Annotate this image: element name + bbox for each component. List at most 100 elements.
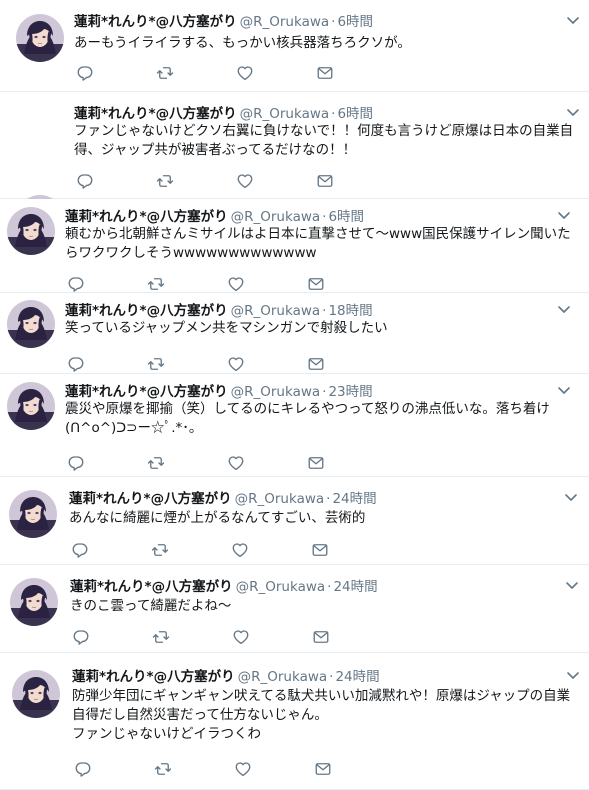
display-name[interactable]: 蓮莉*れんり*@八方塞がり xyxy=(72,669,235,685)
timestamp[interactable]: 24時間 xyxy=(333,579,377,595)
user-handle[interactable]: @R_Orukawa xyxy=(231,384,321,400)
chevron-down-icon[interactable] xyxy=(563,489,579,505)
timestamp[interactable]: 24時間 xyxy=(335,669,379,685)
heart-icon[interactable] xyxy=(236,64,254,82)
timestamp[interactable]: 6時間 xyxy=(337,14,373,30)
retweet-icon[interactable] xyxy=(156,172,174,190)
reply-icon[interactable] xyxy=(76,172,94,190)
chevron-down-icon[interactable] xyxy=(556,382,572,398)
display-name[interactable]: 蓮莉*れんり*@八方塞がり xyxy=(65,384,228,400)
heart-icon[interactable] xyxy=(227,454,245,472)
user-handle[interactable]: @R_Orukawa xyxy=(231,303,321,319)
user-handle[interactable]: @R_Orukawa xyxy=(231,209,321,225)
separator-dot: · xyxy=(326,491,331,507)
user-handle[interactable]: @R_Orukawa xyxy=(236,579,326,595)
tweet-header: 蓮莉*れんり*@八方塞がり @R_Orukawa · 24時間 xyxy=(69,487,577,507)
display-name[interactable]: 蓮莉*れんり*@八方塞がり xyxy=(69,491,232,507)
envelope-icon[interactable] xyxy=(316,172,334,190)
tweet[interactable]: 蓮莉*れんり*@八方塞がり @R_Orukawa · 23時間 震災や原爆を揶揄（笑）し… xyxy=(0,374,589,477)
user-handle[interactable]: @R_Orukawa xyxy=(238,669,328,685)
separator-dot: · xyxy=(327,579,332,595)
separator-dot: · xyxy=(331,106,336,122)
heart-icon[interactable] xyxy=(236,172,254,190)
avatar[interactable] xyxy=(10,578,58,626)
retweet-icon[interactable] xyxy=(154,760,172,778)
tweet-text: 笑っているジャップメン共をマシンガンで射殺したい xyxy=(65,320,388,336)
timestamp[interactable]: 23時間 xyxy=(328,384,372,400)
avatar[interactable] xyxy=(16,14,64,62)
heart-icon[interactable] xyxy=(234,760,252,778)
retweet-icon[interactable] xyxy=(147,275,165,293)
avatar[interactable] xyxy=(12,670,60,718)
heart-icon[interactable] xyxy=(227,275,245,293)
reply-icon[interactable] xyxy=(67,454,85,472)
heart-icon[interactable] xyxy=(231,541,249,559)
tweet-text: 防弾少年団にギャンギャン吠えてる駄犬共いい加減黙れや！原爆はジャップの自業自得だ… xyxy=(72,688,571,742)
display-name[interactable]: 蓮莉*れんり*@八方塞がり xyxy=(70,579,233,595)
tweet-text: あーもうイライラする、もっかい核兵器落ちろクソが。 xyxy=(74,35,411,51)
retweet-icon[interactable] xyxy=(147,355,165,373)
timestamp[interactable]: 6時間 xyxy=(337,106,373,122)
envelope-icon[interactable] xyxy=(316,64,334,82)
heart-icon[interactable] xyxy=(227,355,245,373)
reply-icon[interactable] xyxy=(67,355,85,373)
avatar[interactable] xyxy=(7,382,55,430)
tweet-header: 蓮莉*れんり*@八方塞がり @R_Orukawa · 23時間 xyxy=(65,380,577,400)
tweet[interactable]: 蓮莉*れんり*@八方塞がり @R_Orukawa · 6時間 頼むから北朝鮮さんミサイル… xyxy=(0,199,589,293)
user-handle[interactable]: @R_Orukawa xyxy=(235,491,325,507)
heart-icon[interactable] xyxy=(232,628,250,646)
chevron-down-icon[interactable] xyxy=(565,667,581,683)
avatar[interactable] xyxy=(7,207,55,255)
separator-dot: · xyxy=(329,669,334,685)
retweet-icon[interactable] xyxy=(147,454,165,472)
display-name[interactable]: 蓮莉*れんり*@八方塞がり xyxy=(65,303,228,319)
envelope-icon[interactable] xyxy=(307,454,325,472)
chevron-down-icon[interactable] xyxy=(565,104,581,120)
tweet-header: 蓮莉*れんり*@八方塞がり @R_Orukawa · 24時間 xyxy=(72,665,577,685)
reply-icon[interactable] xyxy=(74,760,92,778)
envelope-icon[interactable] xyxy=(314,760,332,778)
tweet-actions xyxy=(67,454,337,472)
tweet[interactable]: 蓮莉*れんり*@八方塞がり @R_Orukawa · 24時間防弾少年団にギャンギャン… xyxy=(0,653,589,790)
avatar[interactable] xyxy=(7,300,55,348)
tweet-text: ファンじゃないけどクソ右翼に負けないで！！何度も言うけど原爆は日本の自業自得、ジ… xyxy=(74,123,574,158)
envelope-icon[interactable] xyxy=(307,275,325,293)
avatar[interactable] xyxy=(9,490,57,538)
user-handle[interactable]: @R_Orukawa xyxy=(240,14,330,30)
chevron-down-icon[interactable] xyxy=(564,577,580,593)
separator-dot: · xyxy=(322,384,327,400)
tweet[interactable]: 蓮莉*れんり*@八方塞がり @R_Orukawa · 6時間 ファンじゃないけどクソ右翼… xyxy=(0,92,589,243)
chevron-down-icon[interactable] xyxy=(565,12,581,28)
display-name[interactable]: 蓮莉*れんり*@八方塞がり xyxy=(74,106,237,122)
user-handle[interactable]: @R_Orukawa xyxy=(240,106,330,122)
reply-icon[interactable] xyxy=(67,275,85,293)
tweet-actions xyxy=(72,628,342,646)
reply-icon[interactable] xyxy=(76,64,94,82)
tweet-text: 頼むから北朝鮮さんミサイルはよ日本に直撃させて〜www国民保護サイレン聞いたらワ… xyxy=(65,226,571,261)
reply-icon[interactable] xyxy=(72,628,90,646)
tweet-feed: 蓮莉*れんり*@八方塞がり @R_Orukawa · 6時間 あーもうイライラする、もっ… xyxy=(0,0,589,790)
timestamp[interactable]: 18時間 xyxy=(328,303,372,319)
chevron-down-icon[interactable] xyxy=(556,207,572,223)
separator-dot: · xyxy=(322,303,327,319)
tweet-actions xyxy=(76,172,346,190)
tweet-actions xyxy=(71,541,341,559)
tweet-text: あんなに綺麗に煙が上がるなんてすごい、芸術的 xyxy=(69,510,366,526)
retweet-icon[interactable] xyxy=(156,64,174,82)
chevron-down-icon[interactable] xyxy=(556,301,572,317)
envelope-icon[interactable] xyxy=(312,628,330,646)
display-name[interactable]: 蓮莉*れんり*@八方塞がり xyxy=(65,209,228,225)
timestamp[interactable]: 24時間 xyxy=(332,491,376,507)
tweet[interactable]: 蓮莉*れんり*@八方塞がり @R_Orukawa · 24時間 きのこ雲って綺麗だよね〜 xyxy=(0,565,589,653)
reply-icon[interactable] xyxy=(71,541,89,559)
display-name[interactable]: 蓮莉*れんり*@八方塞がり xyxy=(74,14,237,30)
envelope-icon[interactable] xyxy=(311,541,329,559)
envelope-icon[interactable] xyxy=(307,355,325,373)
separator-dot: · xyxy=(322,209,327,225)
tweet[interactable]: 蓮莉*れんり*@八方塞がり @R_Orukawa · 18時間 笑っているジャップメン共… xyxy=(0,293,589,374)
tweet[interactable]: 蓮莉*れんり*@八方塞がり @R_Orukawa · 24時間あんなに綺麗に煙が上がる… xyxy=(0,477,589,565)
retweet-icon[interactable] xyxy=(151,541,169,559)
timestamp[interactable]: 6時間 xyxy=(328,209,364,225)
retweet-icon[interactable] xyxy=(152,628,170,646)
tweet[interactable]: 蓮莉*れんり*@八方塞がり @R_Orukawa · 6時間 あーもうイライラする、もっ… xyxy=(0,0,589,92)
